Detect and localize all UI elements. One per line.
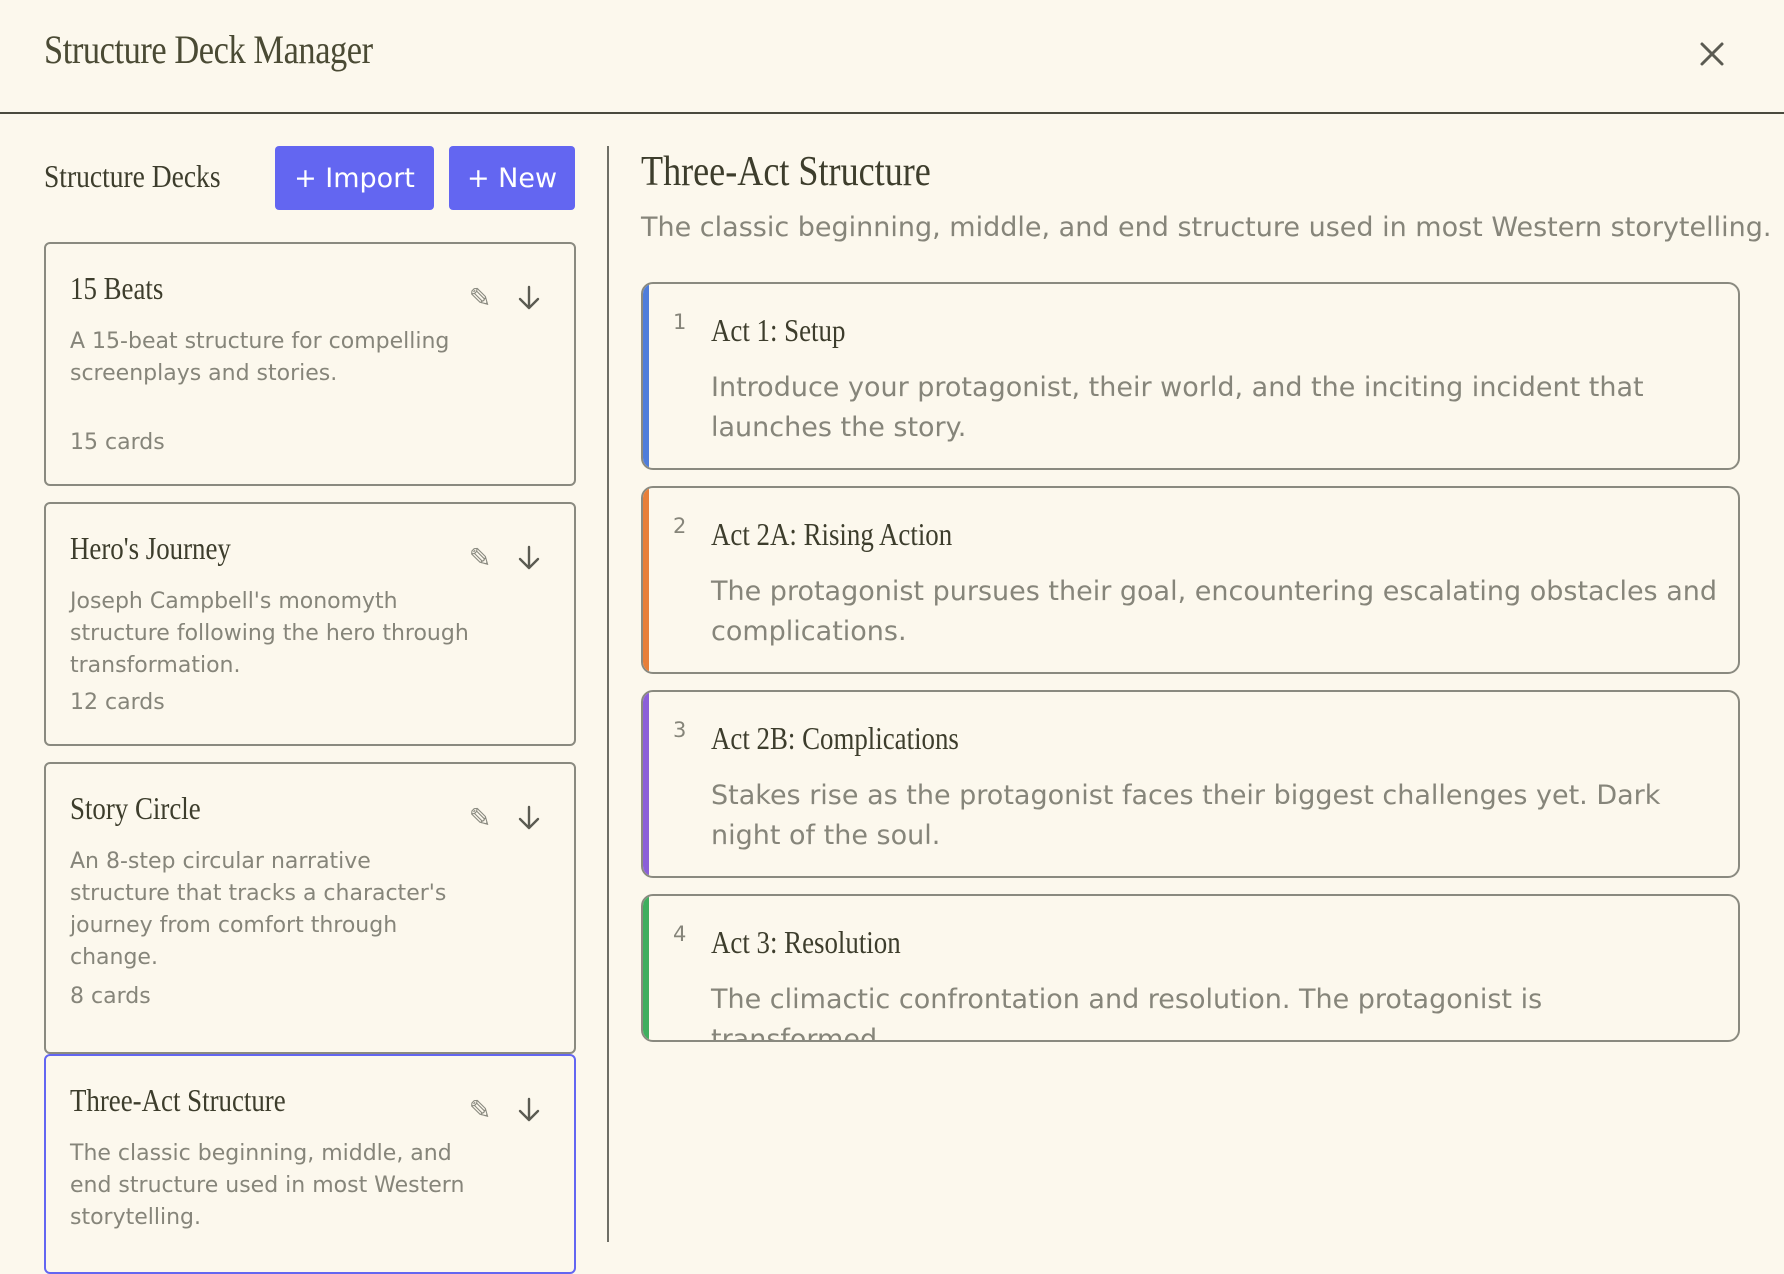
deck-card-heros-journey[interactable]: Hero's Journey ✎ Joseph Campbell's monom… [44, 502, 576, 746]
sidebar-header: Structure Decks + Import + New [44, 146, 576, 210]
act-description: Stakes rise as the protagonist faces the… [711, 780, 1661, 851]
act-title: Act 3: Resolution [711, 924, 901, 960]
act-card[interactable]: 3 Act 2B: Complications Stakes rise as t… [641, 690, 1740, 878]
deck-detail-description: The classic beginning, middle, and end s… [641, 212, 1772, 243]
deck-card-count: 15 cards [70, 430, 165, 455]
act-number: 1 [673, 310, 687, 334]
deck-name: Hero's Journey [70, 530, 231, 566]
pencil-icon: ✎ [468, 802, 492, 834]
act-card[interactable]: 4 Act 3: Resolution The climactic confro… [641, 894, 1740, 1042]
edit-deck-button[interactable]: ✎ [464, 542, 496, 574]
deck-sidebar: Structure Decks + Import + New 15 Beats … [44, 146, 576, 1274]
download-arrow-icon [518, 285, 540, 310]
close-icon [1700, 42, 1724, 66]
act-number: 4 [673, 922, 687, 946]
deck-detail-title: Three-Act Structure [641, 149, 931, 195]
dialog-title: Structure Deck Manager [44, 27, 373, 72]
act-description: The protagonist pursues their goal, enco… [711, 576, 1718, 647]
panel-divider [607, 146, 609, 1242]
edit-deck-button[interactable]: ✎ [464, 1094, 496, 1126]
dialog-header: Structure Deck Manager [0, 0, 1784, 114]
act-number: 3 [673, 718, 687, 742]
close-button[interactable] [1690, 32, 1734, 76]
export-deck-button[interactable] [513, 282, 545, 314]
act-title: Act 2A: Rising Action [711, 516, 953, 552]
act-color-bar [643, 488, 649, 672]
export-deck-button[interactable] [513, 1094, 545, 1126]
export-deck-button[interactable] [513, 542, 545, 574]
deck-card-count: 12 cards [70, 690, 165, 715]
act-card[interactable]: 2 Act 2A: Rising Action The protagonist … [641, 486, 1740, 674]
download-arrow-icon [518, 1097, 540, 1122]
download-arrow-icon [518, 805, 540, 830]
download-arrow-icon [518, 545, 540, 570]
deck-card-story-circle[interactable]: Story Circle ✎ An 8-step circular narrat… [44, 762, 576, 1054]
edit-deck-button[interactable]: ✎ [464, 802, 496, 834]
act-color-bar [643, 692, 649, 876]
pencil-icon: ✎ [468, 282, 492, 314]
act-color-bar [643, 896, 649, 1040]
act-color-bar [643, 284, 649, 468]
deck-description: An 8-step circular narrative structure t… [70, 849, 447, 970]
deck-description: Joseph Campbell's monomyth structure fol… [70, 589, 469, 678]
sidebar-title: Structure Decks [44, 158, 221, 194]
deck-card-count: 8 cards [70, 984, 151, 1009]
edit-deck-button[interactable]: ✎ [464, 282, 496, 314]
pencil-icon: ✎ [468, 542, 492, 574]
act-title: Act 2B: Complications [711, 720, 959, 756]
act-title: Act 1: Setup [711, 312, 846, 348]
export-deck-button[interactable] [513, 802, 545, 834]
deck-description: The classic beginning, middle, and end s… [70, 1141, 465, 1230]
deck-name: Three-Act Structure [70, 1082, 286, 1118]
import-button[interactable]: + Import [275, 146, 434, 210]
new-deck-button[interactable]: + New [449, 146, 575, 210]
deck-card-15-beats[interactable]: 15 Beats ✎ A 15-beat structure for compe… [44, 242, 576, 486]
act-number: 2 [673, 514, 687, 538]
act-card[interactable]: 1 Act 1: Setup Introduce your protagonis… [641, 282, 1740, 470]
deck-description: A 15-beat structure for compelling scree… [70, 329, 450, 386]
deck-card-three-act-structure[interactable]: Three-Act Structure ✎ The classic beginn… [44, 1054, 576, 1274]
act-description: Introduce your protagonist, their world,… [711, 372, 1644, 443]
pencil-icon: ✎ [468, 1094, 492, 1126]
act-description: The climactic confrontation and resoluti… [711, 984, 1543, 1042]
deck-name: 15 Beats [70, 270, 164, 306]
deck-name: Story Circle [70, 790, 201, 826]
